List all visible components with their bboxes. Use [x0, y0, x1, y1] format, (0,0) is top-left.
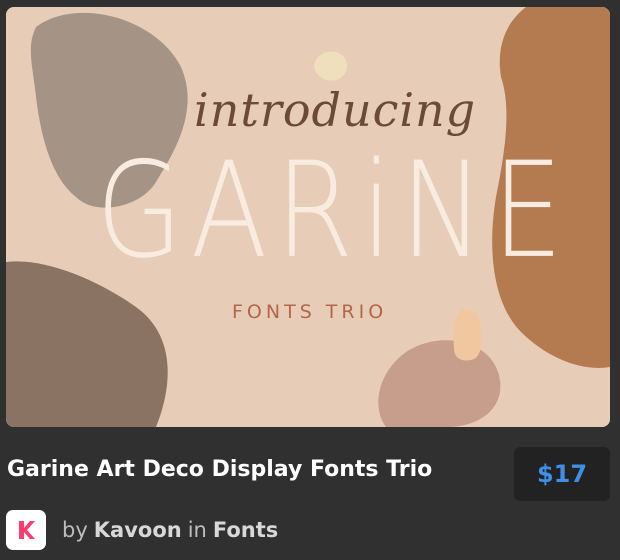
product-preview-image[interactable]: introducing GARiNE FONTS TRIO [6, 7, 610, 427]
author-byline: by Kavoon in Fonts [62, 518, 278, 542]
kavoon-logo-icon [19, 521, 35, 539]
hero-script-text: introducing [194, 83, 477, 137]
author-avatar[interactable] [6, 510, 46, 550]
product-title[interactable]: Garine Art Deco Display Fonts Trio [7, 457, 432, 482]
in-label: in [187, 518, 207, 542]
hero-display-text: GARiNE [96, 134, 571, 288]
price-label: $17 [536, 460, 588, 488]
category-link[interactable]: Fonts [213, 518, 278, 542]
author-link[interactable]: Kavoon [94, 518, 182, 542]
by-label: by [62, 518, 88, 542]
hero-subtitle: FONTS TRIO [232, 301, 388, 323]
price-badge[interactable]: $17 [514, 447, 610, 501]
author-row: by Kavoon in Fonts [6, 510, 278, 550]
